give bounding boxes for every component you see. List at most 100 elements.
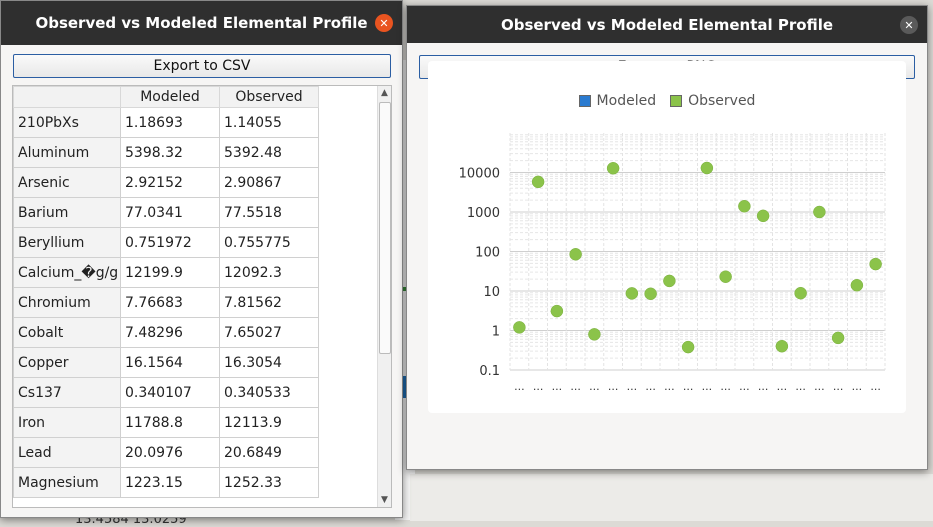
data-point-observed — [513, 321, 526, 334]
row-header[interactable]: Iron — [13, 407, 121, 438]
y-tick-label: 1000 — [467, 206, 500, 221]
table-window-titlebar[interactable]: Observed vs Modeled Elemental Profile ✕ — [1, 1, 402, 45]
data-point-observed — [644, 287, 657, 301]
row-header[interactable]: Lead — [13, 437, 121, 468]
x-tick-label: ... — [645, 380, 656, 393]
row-header[interactable]: Cobalt — [13, 317, 121, 348]
table-row[interactable]: Aluminum 5398.32 5392.48 — [13, 137, 319, 168]
cell-observed[interactable]: 0.340533 — [219, 377, 319, 408]
cell-modeled[interactable]: 12199.9 — [120, 257, 220, 288]
table-row[interactable]: Copper 16.1564 16.3054 — [13, 347, 319, 378]
column-header-observed[interactable]: Observed — [219, 86, 319, 108]
table-row[interactable]: Cobalt 7.48296 7.65027 — [13, 317, 319, 348]
cell-modeled[interactable]: 0.751972 — [120, 227, 220, 258]
chart-panel: Modeled Observed 0.1 1 10 100 1000 10000.....… — [428, 61, 906, 413]
data-table-view[interactable]: Modeled Observed 210PbXs 1.18693 1.14055 Al… — [12, 85, 392, 508]
scroll-up-arrow-icon[interactable]: ▲ — [378, 86, 391, 100]
data-point-observed — [719, 270, 732, 283]
row-header[interactable]: Aluminum — [13, 137, 121, 168]
row-header[interactable]: Barium — [13, 197, 121, 228]
cell-observed[interactable]: 12113.9 — [219, 407, 319, 438]
column-header-modeled[interactable]: Modeled — [120, 86, 220, 108]
cell-observed[interactable]: 1252.33 — [219, 467, 319, 498]
cell-observed[interactable]: 2.90867 — [219, 167, 319, 198]
table-row[interactable]: Cs137 0.340107 0.340533 — [13, 377, 319, 408]
y-tick-label: 10000 — [459, 167, 500, 182]
cell-modeled[interactable]: 0.340107 — [120, 377, 220, 408]
close-icon[interactable]: ✕ — [375, 14, 393, 32]
export-csv-button[interactable]: Export to CSV — [13, 54, 391, 78]
vertical-scrollbar[interactable]: ▲ ▼ — [377, 86, 391, 507]
data-point-observed — [813, 205, 826, 219]
cell-modeled[interactable]: 7.76683 — [120, 287, 220, 318]
cell-observed[interactable]: 77.5518 — [219, 197, 319, 228]
scatter-chart: 0.1 1 10 100 1000 10000......................… — [459, 133, 886, 393]
cell-observed[interactable]: 7.65027 — [219, 317, 319, 348]
chart-window-title: Observed vs Modeled Elemental Profile — [500, 15, 834, 34]
row-header[interactable]: Calcium_�g/g — [13, 257, 121, 288]
table-row[interactable]: Iron 11788.8 12113.9 — [13, 407, 319, 438]
cell-modeled[interactable]: 20.0976 — [120, 437, 220, 468]
chart-window: Observed vs Modeled Elemental Profile ✕ … — [406, 5, 928, 470]
cell-observed[interactable]: 5392.48 — [219, 137, 319, 168]
corner-header — [13, 86, 121, 108]
x-tick-label: ... — [664, 380, 675, 393]
table-row[interactable]: Lead 20.0976 20.6849 — [13, 437, 319, 468]
cell-observed[interactable]: 7.81562 — [219, 287, 319, 318]
cell-observed[interactable]: 0.755775 — [219, 227, 319, 258]
x-tick-label: ... — [683, 380, 694, 393]
data-point-observed — [756, 209, 770, 223]
y-tick-label: 0.1 — [479, 364, 500, 379]
y-tick-label: 1 — [492, 325, 500, 340]
cell-modeled[interactable]: 1223.15 — [120, 467, 220, 498]
background-app-area — [410, 474, 933, 521]
cell-modeled[interactable]: 77.0341 — [120, 197, 220, 228]
cell-observed[interactable]: 12092.3 — [219, 257, 319, 288]
row-header[interactable]: Beryllium — [13, 227, 121, 258]
row-header[interactable]: Copper — [13, 347, 121, 378]
scroll-thumb[interactable] — [379, 102, 391, 354]
data-point-observed — [794, 286, 807, 300]
x-tick-label: ... — [739, 380, 750, 393]
scroll-down-arrow-icon[interactable]: ▼ — [378, 493, 391, 507]
table-row[interactable]: Arsenic 2.92152 2.90867 — [13, 167, 319, 198]
data-point-observed — [850, 278, 864, 292]
cell-modeled[interactable]: 5398.32 — [120, 137, 220, 168]
row-header[interactable]: Cs137 — [13, 377, 121, 408]
data-point-observed — [775, 339, 789, 353]
cell-modeled[interactable]: 1.18693 — [120, 107, 220, 138]
x-tick-label: ... — [570, 380, 581, 393]
x-tick-label: ... — [777, 380, 788, 393]
cell-observed[interactable]: 1.14055 — [219, 107, 319, 138]
row-header[interactable]: Magnesium — [13, 467, 121, 498]
cell-modeled[interactable]: 11788.8 — [120, 407, 220, 438]
table-row[interactable]: Chromium 7.76683 7.81562 — [13, 287, 319, 318]
table-row[interactable]: Calcium_�g/g 12199.9 12092.3 — [13, 257, 319, 288]
x-tick-label: ... — [533, 380, 544, 393]
cell-observed[interactable]: 20.6849 — [219, 437, 319, 468]
table-header-row: Modeled Observed — [13, 86, 319, 108]
chart-window-titlebar[interactable]: Observed vs Modeled Elemental Profile ✕ — [407, 6, 927, 43]
data-table: Modeled Observed 210PbXs 1.18693 1.14055 Al… — [13, 86, 319, 498]
x-tick-label: ... — [833, 380, 844, 393]
cell-observed[interactable]: 16.3054 — [219, 347, 319, 378]
x-tick-label: ... — [589, 380, 600, 393]
table-row[interactable]: Barium 77.0341 77.5518 — [13, 197, 319, 228]
row-header[interactable]: Chromium — [13, 287, 121, 318]
x-tick-label: ... — [814, 380, 825, 393]
y-tick-label: 10 — [483, 285, 500, 300]
y-tick-label: 100 — [475, 246, 500, 261]
cell-modeled[interactable]: 16.1564 — [120, 347, 220, 378]
row-header[interactable]: Arsenic — [13, 167, 121, 198]
table-row[interactable]: Magnesium 1223.15 1252.33 — [13, 467, 319, 498]
data-point-observed — [625, 287, 639, 300]
table-row[interactable]: Beryllium 0.751972 0.755775 — [13, 227, 319, 258]
row-header[interactable]: 210PbXs — [13, 107, 121, 138]
data-point-observed — [550, 304, 564, 318]
cell-modeled[interactable]: 2.92152 — [120, 167, 220, 198]
cell-modeled[interactable]: 7.48296 — [120, 317, 220, 348]
x-tick-label: ... — [552, 380, 563, 393]
data-point-observed — [588, 328, 601, 341]
table-row[interactable]: 210PbXs 1.18693 1.14055 — [13, 107, 319, 138]
close-icon[interactable]: ✕ — [900, 16, 918, 34]
